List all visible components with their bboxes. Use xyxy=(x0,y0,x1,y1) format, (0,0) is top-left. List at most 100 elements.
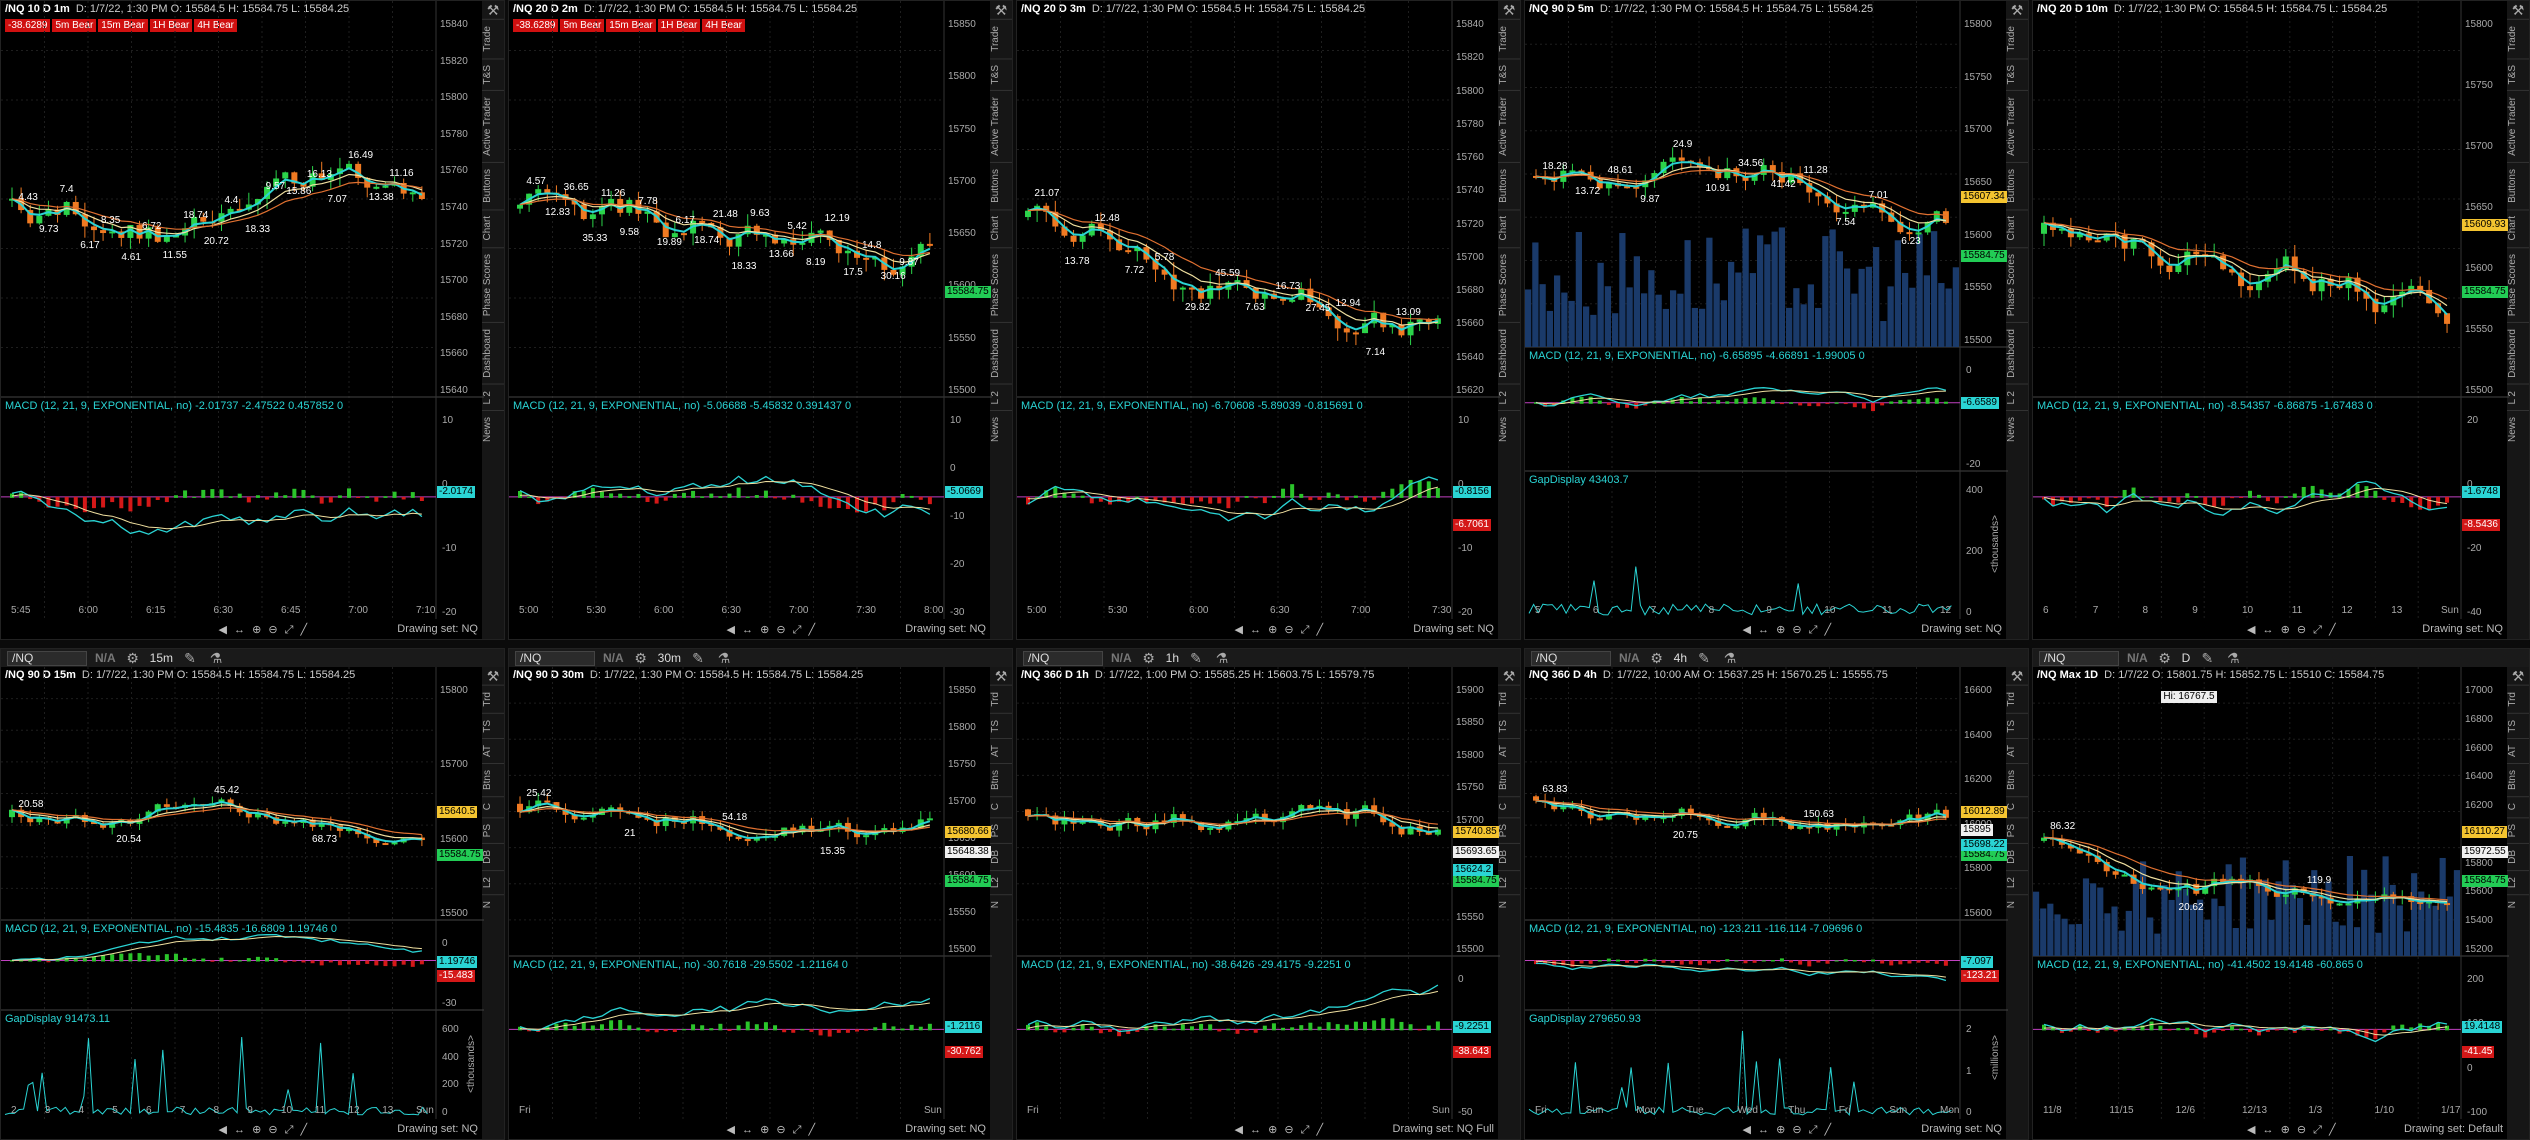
macd-line xyxy=(2043,480,2448,516)
macd-histogram-bar xyxy=(2248,1029,2252,1033)
price-axis-label: 15850 xyxy=(948,685,976,696)
macd-histogram-bar xyxy=(1734,960,1739,962)
macd-histogram-bar xyxy=(1353,495,1358,498)
drawing-set-label[interactable]: Drawing set: NQ xyxy=(905,623,986,635)
macd-histogram-bar xyxy=(618,1020,623,1031)
drawing-set-label[interactable]: Drawing set: Default xyxy=(2404,1123,2503,1135)
chart-toolbar-icons[interactable]: ◀ ↔ ⊕ ⊖ ⤢ ╱ xyxy=(727,623,818,637)
macd-histogram-bar xyxy=(763,490,768,498)
candle-body xyxy=(926,818,933,821)
chart-panel-p4[interactable]: ⚒ Trade T&S Active Trader Buttons Chart Phase … xyxy=(1524,0,2029,640)
chart-canvas xyxy=(2033,667,2509,1119)
chart-panel-p8[interactable]: /NQ N/A ⚙ 1h ✎ ⚗ ⚒ Trd TS AT Btns C PS DB L2 N/NQ 360 D… xyxy=(1016,648,1521,1140)
chart-toolbar-icons[interactable]: ◀ ↔ ⊕ ⊖ ⤢ ╱ xyxy=(2247,1123,2338,1137)
macd-histogram-bar xyxy=(782,496,787,500)
drawing-set-label[interactable]: Drawing set: NQ xyxy=(1921,1123,2002,1135)
chart-toolbar-icons[interactable]: ◀ ↔ ⊕ ⊖ ⤢ ╱ xyxy=(1235,623,1326,637)
price-axis-label: 15740 xyxy=(1456,185,1484,197)
chart-panel-p6[interactable]: /NQ N/A ⚙ 15m ✎ ⚗ ⚒ Trd TS AT Btns C PS DB L2 N/NQ 90 D… xyxy=(0,648,505,1140)
chart-panel-p2[interactable]: ⚒ Trade T&S Active Trader Buttons Chart Phase … xyxy=(508,0,1013,640)
macd-histogram-bar xyxy=(2436,496,2441,506)
macd-histogram-bar xyxy=(891,1026,896,1031)
chart-panel-p9[interactable]: /NQ N/A ⚙ 4h ✎ ⚗ ⚒ Trd TS AT Btns C PS DB L2 N/NQ 360 D… xyxy=(1524,648,2029,1140)
macd-histogram-bar xyxy=(2194,1029,2199,1035)
macd-histogram-bar xyxy=(2050,1028,2055,1031)
macd-histogram-bar xyxy=(1743,397,1748,404)
gap-axis-label: 400 xyxy=(442,1051,459,1063)
macd-histogram-bar xyxy=(219,489,224,498)
macd-histogram-bar xyxy=(1344,496,1349,501)
macd-histogram-bar xyxy=(2167,1029,2172,1031)
macd-histogram-bar xyxy=(1834,960,1839,962)
drawing-set-label[interactable]: Drawing set: NQ xyxy=(1413,623,1494,635)
macd-histogram-bar xyxy=(718,1023,723,1031)
chart-panel-p3[interactable]: ⚒ Trade T&S Active Trader Buttons Chart Phase … xyxy=(1016,0,1521,640)
drawing-set-label[interactable]: Drawing set: NQ xyxy=(905,1123,986,1135)
time-axis-label: 5 xyxy=(1535,605,1541,616)
price-tag: 15584.75 xyxy=(1453,875,1499,888)
drawing-set-label[interactable]: Drawing set: NQ xyxy=(397,623,478,635)
chart-toolbar-icons[interactable]: ◀ ↔ ⊕ ⊖ ⤢ ╱ xyxy=(1235,1123,1326,1137)
bar-annotation: 13.38 xyxy=(368,191,394,203)
macd-histogram-bar xyxy=(2086,496,2091,499)
macd-histogram-bar xyxy=(1588,960,1593,964)
price-tag: 15648.38 xyxy=(945,846,991,859)
volume-bar xyxy=(1880,321,1887,347)
macd-histogram-bar xyxy=(292,960,297,962)
drawing-set-label[interactable]: Drawing set: NQ xyxy=(2422,623,2503,635)
chart-toolbar-icons[interactable]: ◀ ↔ ⊕ ⊖ ⤢ ╱ xyxy=(1743,1123,1834,1137)
time-axis-label: 11 xyxy=(2291,605,2303,616)
macd-histogram-bar xyxy=(1652,959,1657,962)
drawing-set-label[interactable]: Drawing set: NQ Full xyxy=(1393,1123,1494,1135)
macd-histogram-bar xyxy=(882,496,887,511)
volume-bar xyxy=(2304,924,2311,956)
volume-bar xyxy=(2218,906,2225,956)
candle-body xyxy=(1560,807,1567,810)
macd-histogram-bar xyxy=(374,496,379,502)
chart-toolbar-icons[interactable]: ◀ ↔ ⊕ ⊖ ⤢ ╱ xyxy=(1743,623,1834,637)
bar-annotation: 4.4 xyxy=(224,195,239,207)
price-axis-label: 15800 xyxy=(440,92,468,104)
macd-histogram-bar xyxy=(2274,1029,2279,1031)
bar-annotation: 18.74 xyxy=(694,234,720,246)
macd-histogram-bar xyxy=(672,493,677,498)
macd-histogram-bar xyxy=(1907,399,1912,404)
gap-unit-label: <thousands> xyxy=(1990,515,2001,573)
chart-panel-p1[interactable]: ⚒ Trade T&S Active Trader Buttons Chart Phase … xyxy=(0,0,505,640)
macd-signal-line xyxy=(1028,486,1439,516)
chart-toolbar-icons[interactable]: ◀ ↔ ⊕ ⊖ ⤢ ╱ xyxy=(219,623,310,637)
chart-toolbar-icons[interactable]: ◀ ↔ ⊕ ⊖ ⤢ ╱ xyxy=(727,1123,818,1137)
macd-line xyxy=(11,933,422,961)
macd-histogram-bar xyxy=(1299,1025,1304,1031)
macd-histogram-bar xyxy=(2391,1025,2396,1031)
price-tag: 15607.34 xyxy=(1961,191,2007,204)
macd-histogram-bar xyxy=(1916,960,1921,963)
macd-histogram-bar xyxy=(563,1022,568,1031)
volume-bar xyxy=(1923,275,1930,347)
macd-histogram-bar xyxy=(228,960,233,962)
macd-histogram-bar xyxy=(1208,496,1213,504)
bar-annotation: 16.13 xyxy=(306,168,332,180)
moving-average-line xyxy=(2043,221,2448,316)
macd-histogram-bar xyxy=(691,1024,696,1031)
candle-body xyxy=(2193,251,2200,255)
volume-bar xyxy=(1749,273,1756,347)
chart-panel-p10[interactable]: /NQ N/A ⚙ D ✎ ⚗ ⚒ Trd TS AT Btns C PS DB L2 N/NQ Max 1D… xyxy=(2032,648,2530,1140)
macd-histogram-bar xyxy=(91,956,96,962)
chart-toolbar-icons[interactable]: ◀ ↔ ⊕ ⊖ ⤢ ╱ xyxy=(219,1123,310,1137)
bar-annotation: 35.33 xyxy=(582,233,608,245)
volume-bar xyxy=(2361,869,2368,956)
gap-axis-label: 0 xyxy=(1966,1107,1972,1118)
macd-axis-label: -20 xyxy=(442,607,457,618)
drawing-set-label[interactable]: Drawing set: NQ xyxy=(1921,623,2002,635)
chart-toolbar-icons[interactable]: ◀ ↔ ⊕ ⊖ ⤢ ╱ xyxy=(2247,623,2338,637)
time-axis-label: Fri xyxy=(519,1105,531,1116)
time-axis-label: 8 xyxy=(213,1105,220,1116)
chart-panel-p7[interactable]: /NQ N/A ⚙ 30m ✎ ⚗ ⚒ Trd TS AT Btns C PS DB L2 N/NQ 90 D… xyxy=(508,648,1013,1140)
price-tag: 15609.93 xyxy=(2462,218,2508,231)
bar-annotation: 20.72 xyxy=(203,235,229,247)
price-tag: 15693.65 xyxy=(1453,846,1499,859)
price-axis-label: 15620 xyxy=(1456,385,1484,396)
drawing-set-label[interactable]: Drawing set: NQ xyxy=(397,1123,478,1135)
chart-panel-p5[interactable]: ⚒ Trade T&S Active Trader Buttons Chart Phase … xyxy=(2032,0,2530,640)
